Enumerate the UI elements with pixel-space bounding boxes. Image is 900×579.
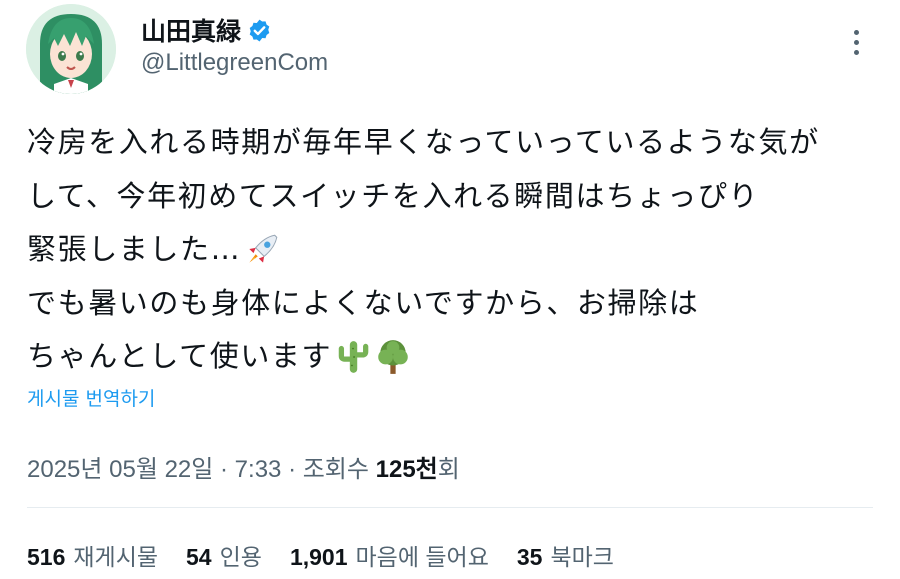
- divider: [27, 507, 873, 508]
- tree-emoji: [378, 339, 408, 374]
- quotes-stat[interactable]: 54 인용: [186, 538, 262, 572]
- likes-count: 1,901: [289, 544, 348, 570]
- tweet-line-text: 緊張しました…: [27, 232, 242, 266]
- tweet-line: でも暑いのも身体によくないですから、お掃除は: [27, 277, 877, 331]
- rocket-emoji: [249, 234, 278, 263]
- tweet-line-text: でも暑いのも身体によくないですから、お掃除は: [27, 285, 700, 320]
- bookmarks-label: 북마크: [550, 544, 614, 570]
- more-dot-icon: [853, 49, 859, 55]
- cactus-emoji: [338, 340, 369, 373]
- display-name[interactable]: 山田真緑: [141, 12, 241, 48]
- tweet-line: して、今年初めてスイッチを入れる瞬間はちょっぴり: [27, 170, 877, 224]
- quotes-count: 54: [186, 544, 212, 570]
- more-dot-icon: [853, 39, 859, 45]
- reposts-stat[interactable]: 516 재게시물: [27, 538, 158, 572]
- tweet-line-text: して、今年初めてスイッチを入れる瞬間はちょっぴり: [27, 178, 760, 213]
- avatar-illustration: [26, 4, 116, 94]
- tweet-line-text: 冷房を入れる時期が毎年早くなっていっているような気が: [27, 125, 820, 159]
- tweet-line-text: ちゃんとして使います: [27, 339, 333, 373]
- reposts-count: 516: [27, 544, 66, 570]
- tweet-line: 緊張しました…: [27, 223, 877, 277]
- tweet-line: 冷房を入れる時期が毎年早くなっていっているような気が: [27, 116, 877, 170]
- tweet-line: ちゃんとして使います: [27, 330, 877, 384]
- author-handle[interactable]: @LittlegreenCom: [141, 49, 328, 77]
- bookmarks-stat[interactable]: 35 북마크: [517, 538, 614, 572]
- author-name-row: 山田真緑: [141, 12, 272, 48]
- views-suffix: 회: [437, 456, 460, 483]
- avatar[interactable]: [26, 4, 116, 94]
- bookmarks-count: 35: [516, 544, 543, 570]
- views-count: 125천: [375, 456, 438, 483]
- tweet-meta: 2025년 05월 22일 · 7:33 · 조회수 125천회: [27, 449, 460, 484]
- verified-badge-icon[interactable]: [247, 18, 272, 43]
- reposts-label: 재게시물: [73, 544, 159, 570]
- more-options-button[interactable]: [838, 22, 874, 62]
- timestamp[interactable]: 2025년 05월 22일 · 7:33 · 조회수: [27, 456, 376, 483]
- likes-stat[interactable]: 1,901 마음에 들어요: [290, 538, 489, 572]
- more-dot-icon: [853, 29, 859, 35]
- quotes-label: 인용: [219, 544, 262, 570]
- translate-post-link[interactable]: 게시물 번역하기: [27, 384, 155, 411]
- tweet-text: 冷房を入れる時期が毎年早くなっていっているような気が して、今年初めてスイッチを…: [27, 116, 877, 384]
- likes-label: 마음에 들어요: [355, 544, 489, 570]
- engagement-stats: 516 재게시물 54 인용 1,901 마음에 들어요 35 북마크: [27, 538, 614, 572]
